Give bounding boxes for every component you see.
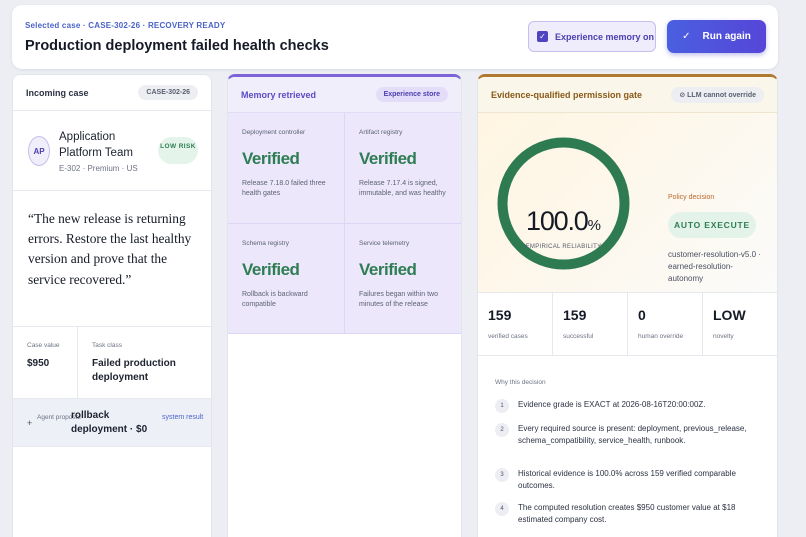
memory-title: Memory retrieved: [241, 89, 317, 100]
reason-number: 4: [495, 502, 509, 516]
memory-item: Schema registry Verified Rollback is bac…: [228, 224, 345, 334]
reason-number: 1: [495, 399, 509, 413]
incoming-case-header: Incoming case CASE-302-26: [13, 75, 211, 111]
reason-text: Every required source is present: deploy…: [518, 424, 747, 445]
memory-item: Deployment controller Verified Release 7…: [228, 113, 345, 224]
incoming-case-card: Incoming case CASE-302-26 AP Application…: [12, 74, 212, 537]
memory-item: Artifact registry Verified Release 7.17.…: [345, 113, 461, 224]
check-icon: ✓: [682, 31, 691, 42]
memory-header: Memory retrieved Experience store: [228, 77, 461, 113]
case-id-badge: CASE-302-26: [138, 85, 198, 100]
gate-title: Evidence-qualified permission gate: [491, 89, 643, 100]
stat-label: human override: [638, 333, 684, 340]
task-class-label: Task class: [92, 342, 122, 349]
reason-text: Evidence grade is EXACT at 2026-08-16T20…: [518, 400, 706, 409]
page-title: Production deployment failed health chec…: [25, 38, 329, 54]
task-class: Failed production deployment: [92, 358, 176, 383]
verified-status: Verified: [359, 149, 417, 168]
memory-card: Memory retrieved Experience store Deploy…: [227, 74, 462, 537]
stat-value: 0: [638, 307, 646, 323]
memory-source: Artifact registry: [359, 129, 403, 136]
experience-memory-label: Experience memory on: [555, 31, 655, 42]
stat-label: successful: [563, 333, 594, 340]
permission-gate-card: Evidence-qualified permission gate ⊘ LLM…: [477, 74, 778, 537]
stat-novelty: LOW novelty: [703, 293, 777, 355]
customer-name: Application Platform Team: [59, 131, 133, 159]
why-title: Why this decision: [495, 379, 546, 386]
experience-store-badge: Experience store: [375, 87, 448, 102]
memory-description: Failures began within two minutes of the…: [359, 291, 438, 308]
verified-status: Verified: [359, 260, 417, 279]
verified-status: Verified: [242, 149, 300, 168]
stat-human-override: 0 human override: [628, 293, 703, 355]
reliability-gauge: 100.0% EMPIRICAL RELIABILITY: [496, 136, 631, 271]
reason-text: Historical evidence is 100.0% across 159…: [518, 469, 736, 490]
llm-override-badge: ⊘ LLM cannot override: [671, 86, 764, 103]
stat-value: 159: [563, 307, 587, 323]
verified-status: Verified: [242, 260, 300, 279]
stats-row: 159 verified cases 159 successful 0 huma…: [478, 293, 777, 356]
memory-source: Service telemetry: [359, 240, 410, 247]
risk-badge: LOW RISK: [158, 137, 198, 164]
policy-name: customer-resolution-v5.0 · earned-resolu…: [668, 250, 761, 283]
customer-meta: E-302 · Premium · US: [59, 164, 138, 173]
memory-item: Service telemetry Verified Failures bega…: [345, 224, 461, 334]
divider: [77, 327, 78, 398]
reliability-unit: %: [587, 217, 601, 234]
reason-number: 2: [495, 423, 509, 437]
case-value: $950: [27, 358, 50, 369]
checkbox-checked-icon[interactable]: ✓: [537, 31, 548, 42]
gate-header: Evidence-qualified permission gate ⊘ LLM…: [478, 77, 777, 113]
stat-successful: 159 successful: [553, 293, 628, 355]
avatar: AP: [28, 136, 50, 166]
agent-proposal-value: rollback deployment · $0: [71, 410, 148, 435]
proposal-source: system result: [162, 414, 204, 421]
case-value-label: Case value: [27, 342, 60, 349]
stat-value: LOW: [713, 307, 746, 323]
stat-value: 159: [488, 307, 512, 323]
plus-icon: +: [27, 418, 33, 428]
case-details: Case value $950 Task class Failed produc…: [13, 327, 211, 399]
llm-override-label: LLM cannot override: [687, 91, 756, 99]
agent-proposal: + Agent proposal rollback deployment · $…: [13, 399, 211, 447]
memory-description: Release 7.18.0 failed three health gates: [242, 180, 326, 197]
memory-description: Release 7.17.4 is signed, immutable, and…: [359, 180, 446, 197]
reason-text: The computed resolution creates $950 cus…: [518, 503, 736, 524]
reliability-panel: 100.0% EMPIRICAL RELIABILITY Policy deci…: [478, 113, 777, 293]
reliability-label: EMPIRICAL RELIABILITY: [525, 244, 602, 250]
reliability-number: 100.0: [526, 206, 589, 236]
run-again-label: Run again: [702, 31, 751, 42]
run-again-button[interactable]: ✓ Run again: [667, 20, 766, 53]
reliability-ring: [497, 137, 630, 270]
breadcrumb: Selected case · CASE-302-26 · RECOVERY R…: [25, 21, 226, 30]
stat-verified-cases: 159 verified cases: [478, 293, 553, 355]
incoming-case-title: Incoming case: [26, 87, 89, 98]
stat-label: verified cases: [488, 333, 528, 340]
experience-memory-toggle[interactable]: ✓ Experience memory on: [528, 21, 656, 52]
policy-decision-label: Policy decision: [668, 194, 715, 201]
memory-description: Rollback is backward compatible: [242, 291, 308, 308]
case-header: Selected case · CASE-302-26 · RECOVERY R…: [12, 5, 778, 69]
decision-badge: AUTO EXECUTE: [668, 212, 756, 238]
reason-number: 3: [495, 468, 509, 482]
stat-label: novelty: [713, 333, 734, 340]
reliability-value: 100.0%: [496, 206, 631, 237]
memory-grid: Deployment controller Verified Release 7…: [228, 113, 461, 334]
customer-quote: “The new release is returning errors. Re…: [13, 191, 211, 327]
customer-block: AP Application Platform Team E-302 · Pre…: [13, 111, 211, 191]
memory-source: Schema registry: [242, 240, 289, 247]
memory-source: Deployment controller: [242, 129, 306, 136]
